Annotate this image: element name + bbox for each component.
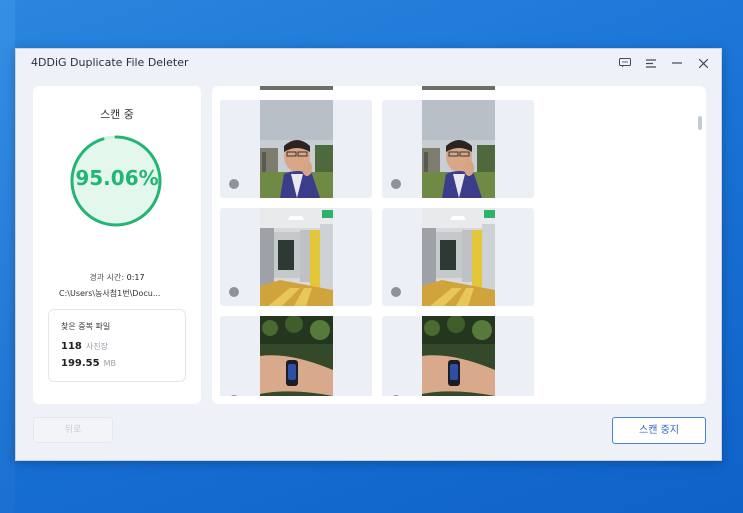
progress-percent: 95.06% bbox=[75, 166, 159, 190]
thumbnail-card[interactable] bbox=[220, 316, 372, 396]
menu-icon[interactable] bbox=[641, 53, 661, 73]
select-radio[interactable] bbox=[391, 287, 401, 297]
thumbnail-card[interactable] bbox=[382, 100, 534, 198]
thumbnail-image bbox=[260, 100, 333, 198]
thumbnail-image bbox=[422, 100, 495, 198]
close-icon[interactable] bbox=[693, 53, 713, 73]
select-radio[interactable] bbox=[229, 179, 239, 189]
app-window: 4DDiG Duplicate File Deleter 스캔 중 95.06%… bbox=[15, 48, 722, 461]
thumbnail-image bbox=[422, 316, 495, 396]
scan-progress-panel: 스캔 중 95.06% 경과 시간: 0:17 C:\Users\농사첨1번\D… bbox=[33, 86, 201, 404]
thumbnail-image bbox=[260, 316, 333, 396]
stop-scan-button[interactable]: 스캔 중지 bbox=[612, 417, 706, 444]
feedback-icon[interactable] bbox=[615, 53, 635, 73]
found-title: 찾은 중복 파일 bbox=[61, 322, 111, 331]
elapsed-label: 경과 시간: bbox=[89, 273, 125, 282]
select-radio[interactable] bbox=[391, 395, 401, 396]
found-duplicates-summary: 찾은 중복 파일 118 사진장 199.55 MB bbox=[48, 309, 186, 382]
thumbnail-image bbox=[422, 208, 495, 306]
thumbnail-image bbox=[260, 208, 333, 306]
current-scan-path: C:\Users\농사첨1번\Docu... bbox=[59, 289, 161, 298]
title-bar: 4DDiG Duplicate File Deleter bbox=[16, 49, 721, 77]
thumbnail-grid bbox=[220, 86, 540, 396]
select-radio[interactable] bbox=[229, 395, 239, 396]
found-size-unit: MB bbox=[103, 359, 116, 368]
duplicate-thumbnail-panel bbox=[212, 86, 706, 404]
desktop-background bbox=[0, 0, 15, 513]
scrollbar-thumb[interactable] bbox=[698, 116, 702, 130]
window-title: 4DDiG Duplicate File Deleter bbox=[31, 56, 189, 69]
elapsed-time: 경과 시간: 0:17 bbox=[33, 272, 201, 283]
select-radio[interactable] bbox=[391, 179, 401, 189]
scan-status-label: 스캔 중 bbox=[100, 108, 134, 121]
thumbnail-card[interactable] bbox=[382, 208, 534, 306]
found-count-value: 118 bbox=[61, 341, 82, 352]
partial-thumbnail bbox=[422, 86, 495, 90]
thumbnail-card[interactable] bbox=[220, 100, 372, 198]
thumbnail-card[interactable] bbox=[220, 208, 372, 306]
select-radio[interactable] bbox=[229, 287, 239, 297]
found-count-unit: 사진장 bbox=[85, 342, 108, 351]
elapsed-value: 0:17 bbox=[126, 273, 145, 282]
undo-button[interactable]: 뒤로 bbox=[33, 417, 113, 443]
minimize-icon[interactable] bbox=[667, 53, 687, 73]
thumbnail-card[interactable] bbox=[382, 316, 534, 396]
found-size-value: 199.55 bbox=[61, 358, 100, 369]
partial-thumbnail bbox=[260, 86, 333, 90]
found-size: 199.55 MB bbox=[61, 358, 116, 369]
found-count: 118 사진장 bbox=[61, 341, 108, 352]
